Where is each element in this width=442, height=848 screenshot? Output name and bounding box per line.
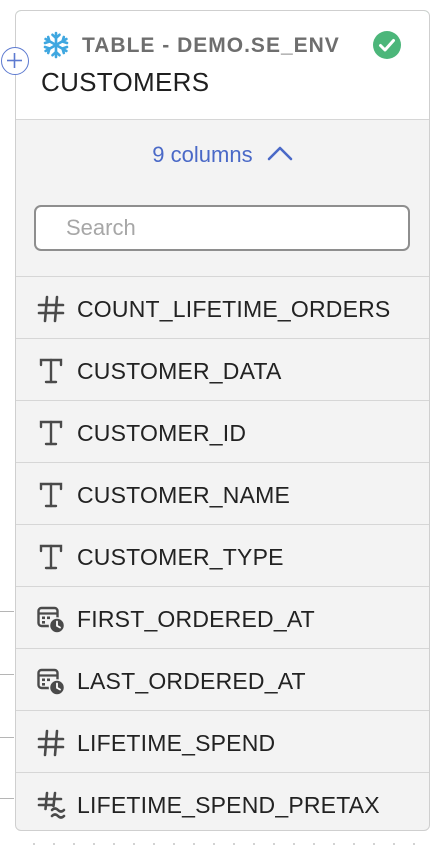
number-icon xyxy=(36,294,66,324)
column-name: LAST_ORDERED_AT xyxy=(77,668,306,694)
lineage-edge xyxy=(0,674,14,675)
number-icon xyxy=(36,728,66,758)
datetime-icon xyxy=(36,666,66,696)
column-list: COUNT_LIFETIME_ORDERS CUSTOMER_DATA CUSTOM… xyxy=(16,277,429,830)
source-label: TABLE - DEMO.SE_ENV xyxy=(82,34,340,57)
columns-count-label: 9 columns xyxy=(152,142,253,167)
column-row[interactable]: CUSTOMER_DATA xyxy=(16,339,429,401)
column-name: LIFETIME_SPEND_PRETAX xyxy=(77,792,380,818)
lineage-edge xyxy=(0,737,14,738)
text-type-icon xyxy=(36,356,66,386)
lineage-edge xyxy=(0,798,14,799)
expand-upstream-button[interactable] xyxy=(1,47,29,75)
column-name: COUNT_LIFETIME_ORDERS xyxy=(77,296,391,322)
node-header: TABLE - DEMO.SE_ENV CUSTOMERS xyxy=(16,11,429,120)
datetime-icon xyxy=(36,604,66,634)
table-node[interactable]: TABLE - DEMO.SE_ENV CUSTOMERS 9 columns xyxy=(15,10,430,831)
column-row[interactable]: CUSTOMER_NAME xyxy=(16,463,429,525)
table-title: CUSTOMERS xyxy=(41,67,210,97)
column-name: CUSTOMER_NAME xyxy=(77,482,291,508)
column-row[interactable]: COUNT_LIFETIME_ORDERS xyxy=(16,277,429,339)
column-search xyxy=(16,196,429,277)
chevron-up-icon xyxy=(267,141,293,167)
column-row[interactable]: CUSTOMER_TYPE xyxy=(16,525,429,587)
column-name: CUSTOMER_TYPE xyxy=(77,544,284,570)
text-type-icon xyxy=(36,542,66,572)
column-row[interactable]: LAST_ORDERED_AT xyxy=(16,649,429,711)
column-row[interactable]: LIFETIME_SPEND xyxy=(16,711,429,773)
success-check-icon xyxy=(372,30,402,60)
snowflake-icon xyxy=(42,31,70,59)
columns-toggle-row: 9 columns xyxy=(16,120,429,196)
columns-toggle-button[interactable]: 9 columns xyxy=(16,142,429,168)
lineage-edge xyxy=(0,611,14,612)
text-type-icon xyxy=(36,418,66,448)
column-name: CUSTOMER_DATA xyxy=(77,358,282,384)
approx-number-icon xyxy=(36,790,66,820)
canvas-grid-dots xyxy=(24,843,426,845)
lineage-canvas: TABLE - DEMO.SE_ENV CUSTOMERS 9 columns xyxy=(0,0,442,848)
column-row[interactable]: CUSTOMER_ID xyxy=(16,401,429,463)
column-row[interactable]: FIRST_ORDERED_AT xyxy=(16,587,429,649)
column-row[interactable]: LIFETIME_SPEND_PRETAX xyxy=(16,773,429,830)
text-type-icon xyxy=(36,480,66,510)
column-name: CUSTOMER_ID xyxy=(77,420,247,446)
column-name: FIRST_ORDERED_AT xyxy=(77,606,315,632)
search-input[interactable] xyxy=(34,205,410,251)
column-name: LIFETIME_SPEND xyxy=(77,730,276,756)
